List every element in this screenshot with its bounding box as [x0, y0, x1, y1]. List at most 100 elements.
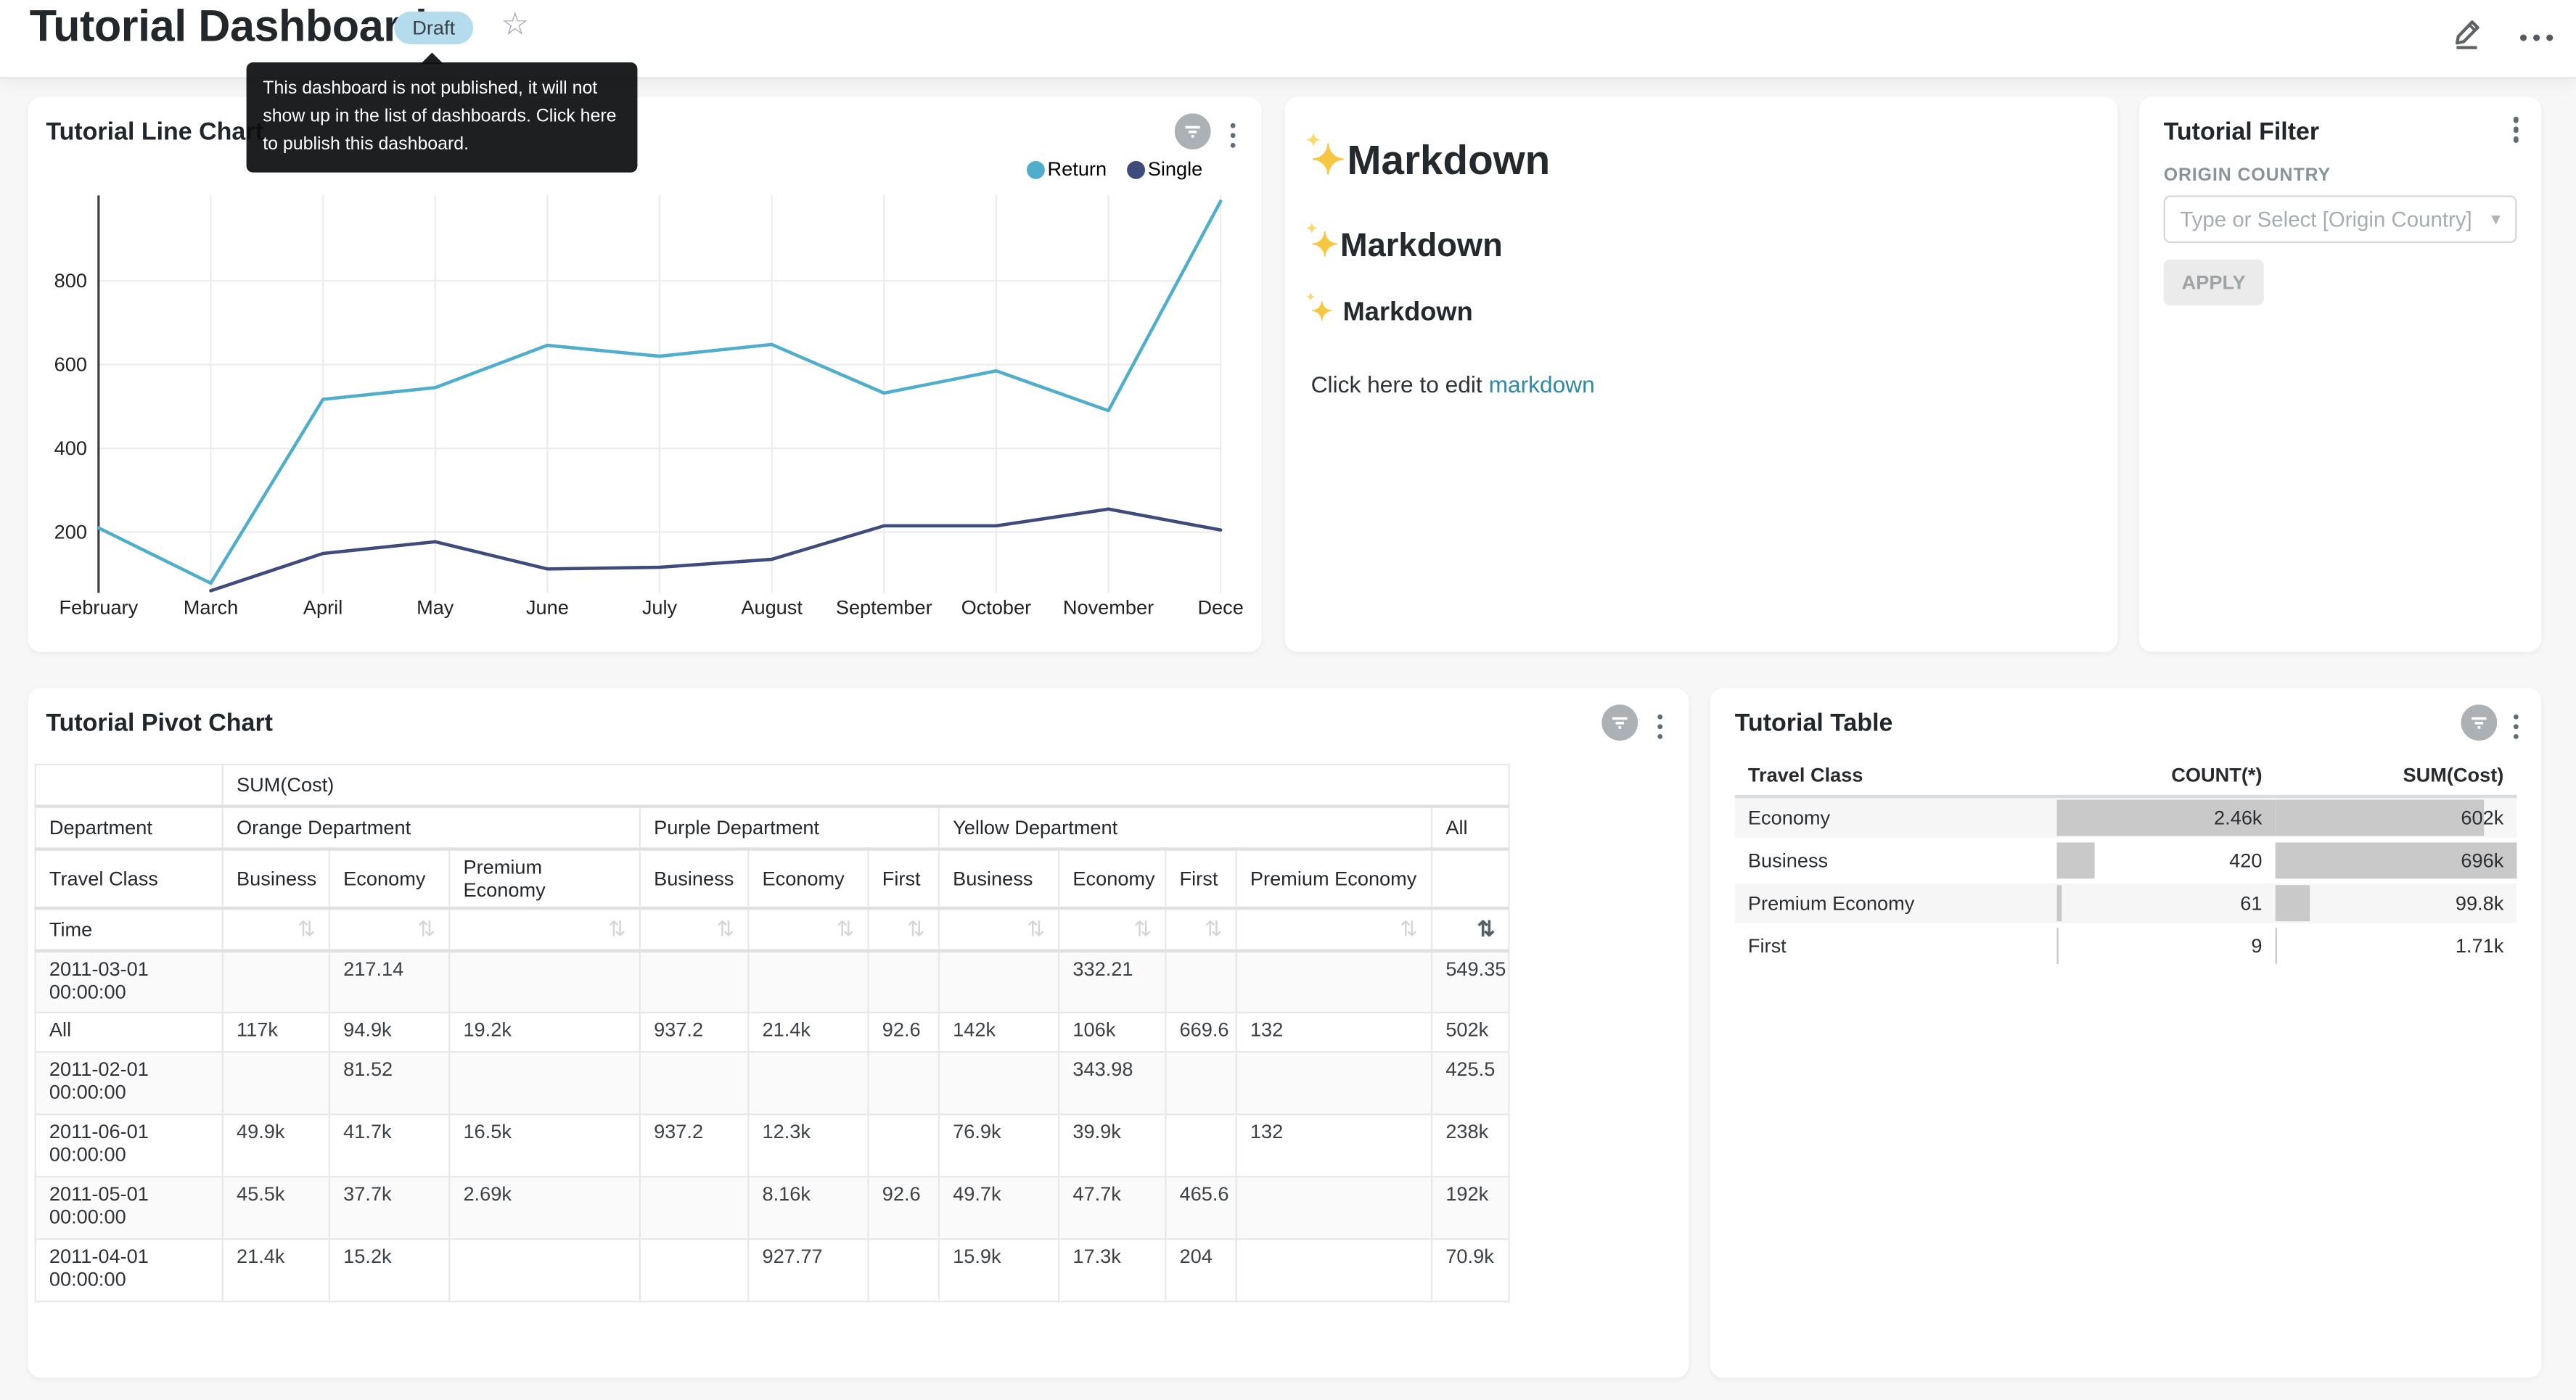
filter-badge-icon[interactable] — [1601, 704, 1637, 749]
pivot-value-cell — [640, 1239, 748, 1301]
pivot-value-cell: 217.14 — [329, 950, 449, 1013]
svg-text:April: April — [303, 596, 342, 619]
travel-class-cell: Economy — [1735, 796, 2057, 839]
pivot-col-header: Business — [939, 848, 1059, 907]
pivot-value-cell: 15.9k — [939, 1239, 1059, 1301]
travel-class-cell: First — [1735, 925, 2057, 968]
pivot-row-label: 2011-02-01 00:00:00 — [36, 1052, 223, 1114]
pivot-value-cell: 332.21 — [1059, 950, 1165, 1013]
filter-badge-icon[interactable] — [2460, 704, 2496, 749]
pivot-value-cell: 465.6 — [1165, 1177, 1236, 1239]
publish-tooltip: This dashboard is not published, it will… — [247, 62, 638, 173]
pivot-group-header: Purple Department — [640, 805, 939, 848]
pivot-value-cell — [449, 1239, 640, 1301]
pivot-value-cell: 669.6 — [1165, 1013, 1236, 1052]
svg-text:July: July — [642, 596, 678, 619]
table-col-header[interactable]: COUNT(*) — [2057, 755, 2276, 796]
pivot-col-header: Economy — [748, 848, 868, 907]
table-row: Business420696k — [1735, 839, 2517, 882]
svg-text:600: 600 — [54, 353, 87, 376]
sort-icon[interactable]: ⇅ — [716, 918, 734, 939]
pivot-sort-cell: ⇅ — [748, 907, 868, 950]
kebab-menu-icon[interactable] — [2509, 113, 2522, 145]
pivot-value-cell: 204 — [1165, 1239, 1236, 1301]
pivot-value-cell: 37.7k — [329, 1177, 449, 1239]
filter-field-label: ORIGIN COUNTRY — [2164, 166, 2331, 186]
apply-button[interactable]: APPLY — [2164, 260, 2264, 305]
pivot-value-cell — [1165, 1052, 1236, 1114]
pivot-value-cell: 502k — [1432, 1013, 1509, 1052]
proportion-bar — [2276, 885, 2310, 921]
pivot-value-cell: 132 — [1236, 1114, 1432, 1177]
value-cell-with-bar: 1.71k — [2276, 925, 2517, 968]
pivot-sort-cell: ⇅ — [1059, 907, 1165, 950]
sort-icon[interactable]: ⇅ — [1205, 918, 1223, 939]
pivot-value-cell: 76.9k — [939, 1114, 1059, 1177]
pivot-value-cell — [1165, 950, 1236, 1013]
origin-country-select[interactable]: Type or Select [Origin Country] ▾ — [2164, 195, 2517, 243]
svg-text:October: October — [961, 596, 1032, 619]
pivot-col-header: First — [869, 848, 939, 907]
sort-icon[interactable]: ⇅ — [837, 918, 855, 939]
line-chart-plot: 200400600800FebruaryMarchAprilMayJuneJul… — [28, 182, 1261, 645]
return-series-dot — [1026, 160, 1044, 178]
sparkles-icon: ✦✦ — [1311, 225, 1339, 266]
kebab-menu-icon[interactable] — [1226, 120, 1239, 152]
proportion-bar — [2057, 842, 2094, 878]
pivot-value-cell: 92.6 — [869, 1177, 939, 1239]
svg-text:February: February — [60, 596, 139, 619]
kebab-menu-icon[interactable] — [1654, 711, 1666, 743]
sort-icon[interactable]: ⇅ — [608, 918, 626, 939]
pivot-value-cell: 132 — [1236, 1013, 1432, 1052]
ellipsis-menu-icon[interactable] — [2520, 35, 2553, 41]
pivot-value-cell: 937.2 — [640, 1013, 748, 1052]
markdown-paragraph: Click here to edit markdown — [1311, 371, 2091, 398]
sort-icon[interactable]: ⇅ — [1027, 918, 1045, 939]
kebab-menu-icon[interactable] — [2509, 711, 2522, 743]
legend-item-return[interactable]: Return — [1026, 157, 1107, 181]
favorite-star-icon[interactable]: ☆ — [501, 8, 530, 44]
pivot-value-cell — [1236, 1177, 1432, 1239]
draft-status-badge[interactable]: Draft — [394, 12, 473, 44]
sort-icon[interactable]: ⇅ — [1133, 918, 1152, 939]
sort-icon[interactable]: ⇅ — [298, 918, 316, 939]
proportion-bar — [2276, 800, 2485, 836]
svg-text:800: 800 — [54, 269, 87, 292]
pivot-group-header: Yellow Department — [939, 805, 1432, 848]
pivot-value-cell — [869, 1239, 939, 1301]
sort-icon[interactable]: ⇅ — [1400, 918, 1418, 939]
filter-badge-icon[interactable] — [1174, 113, 1210, 157]
pivot-value-cell — [1236, 1052, 1432, 1114]
pivot-value-cell: 45.5k — [223, 1177, 329, 1239]
pivot-row-label: 2011-06-01 00:00:00 — [36, 1114, 223, 1177]
value-cell-with-bar: 696k — [2276, 839, 2517, 882]
pivot-value-cell: 238k — [1432, 1114, 1509, 1177]
chevron-down-icon: ▾ — [2491, 209, 2501, 230]
table-col-header[interactable]: Travel Class — [1735, 755, 2057, 796]
pivot-value-cell: 39.9k — [1059, 1114, 1165, 1177]
pivot-value-cell: 142k — [939, 1013, 1059, 1052]
pivot-table: SUM(Cost)DepartmentOrange DepartmentPurp… — [35, 764, 1510, 1303]
table-col-header[interactable]: SUM(Cost) — [2276, 755, 2517, 796]
value-cell-with-bar: 9 — [2057, 925, 2276, 968]
pivot-value-cell — [223, 1052, 329, 1114]
pivot-value-cell: 41.7k — [329, 1114, 449, 1177]
pivot-value-cell — [869, 1052, 939, 1114]
legend-item-single[interactable]: Single — [1126, 157, 1202, 181]
svg-text:Dece: Dece — [1197, 596, 1243, 619]
pivot-value-cell: 49.7k — [939, 1177, 1059, 1239]
pivot-value-cell: 17.3k — [1059, 1239, 1165, 1301]
pivot-sort-cell: ⇅ — [640, 907, 748, 950]
sort-icon[interactable]: ⇅ — [417, 918, 435, 939]
pivot-col-header: Economy — [329, 848, 449, 907]
pivot-sort-cell: ⇅ — [223, 907, 329, 950]
pivot-row-label: All — [36, 1013, 223, 1052]
pivot-value-cell: 12.3k — [748, 1114, 868, 1177]
proportion-bar — [2057, 928, 2058, 964]
table-row: Economy2.46k602k — [1735, 796, 2517, 839]
filter-title: Tutorial Filter — [2164, 118, 2319, 146]
edit-pencil-icon[interactable] — [2450, 17, 2485, 59]
sort-descending-icon[interactable]: ⇅ — [1477, 918, 1496, 939]
edit-markdown-link[interactable]: markdown — [1489, 371, 1595, 398]
sort-icon[interactable]: ⇅ — [907, 918, 925, 939]
